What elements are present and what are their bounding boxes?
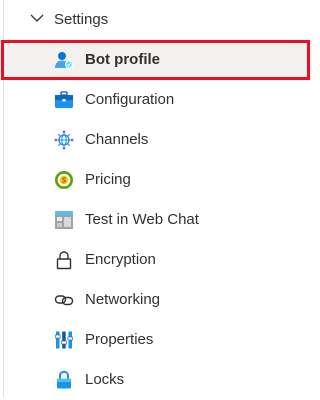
nav-item-test-in-web-chat[interactable]: Test in Web Chat [0, 200, 312, 240]
nav-item-encryption[interactable]: Encryption [0, 240, 312, 280]
nav-item-label: Properties [85, 331, 154, 348]
nav-item-bot-profile[interactable]: Bot profile [0, 40, 312, 80]
nav-item-channels[interactable]: Channels [0, 120, 312, 160]
nav-item-label: Channels [85, 131, 149, 148]
nav-item-pricing[interactable]: Pricing [0, 160, 312, 200]
nav-item-properties[interactable]: Properties [0, 320, 312, 360]
web-chat-icon [54, 210, 74, 230]
nav-item-locks[interactable]: Locks [0, 360, 312, 400]
chevron-down-icon [30, 11, 44, 25]
nav-item-label: Encryption [85, 251, 156, 268]
nav-item-networking[interactable]: Networking [0, 280, 312, 320]
nav-item-configuration[interactable]: Configuration [0, 80, 312, 120]
settings-section-toggle[interactable]: Settings [0, 0, 312, 40]
channels-icon [54, 130, 74, 150]
properties-icon [54, 330, 74, 350]
settings-section-title: Settings [54, 11, 109, 28]
nav-item-label: Bot profile [85, 51, 160, 68]
nav-item-label: Test in Web Chat [85, 211, 199, 228]
nav-item-label: Pricing [85, 171, 131, 188]
nav-item-label: Networking [85, 291, 161, 308]
nav-item-label: Locks [85, 371, 125, 388]
networking-icon [54, 290, 74, 310]
bot-profile-icon [54, 50, 74, 70]
lock-icon [54, 250, 74, 270]
locks-icon [54, 370, 74, 390]
configuration-icon [54, 90, 74, 110]
nav-item-label: Configuration [85, 91, 175, 108]
pricing-icon [54, 170, 74, 190]
